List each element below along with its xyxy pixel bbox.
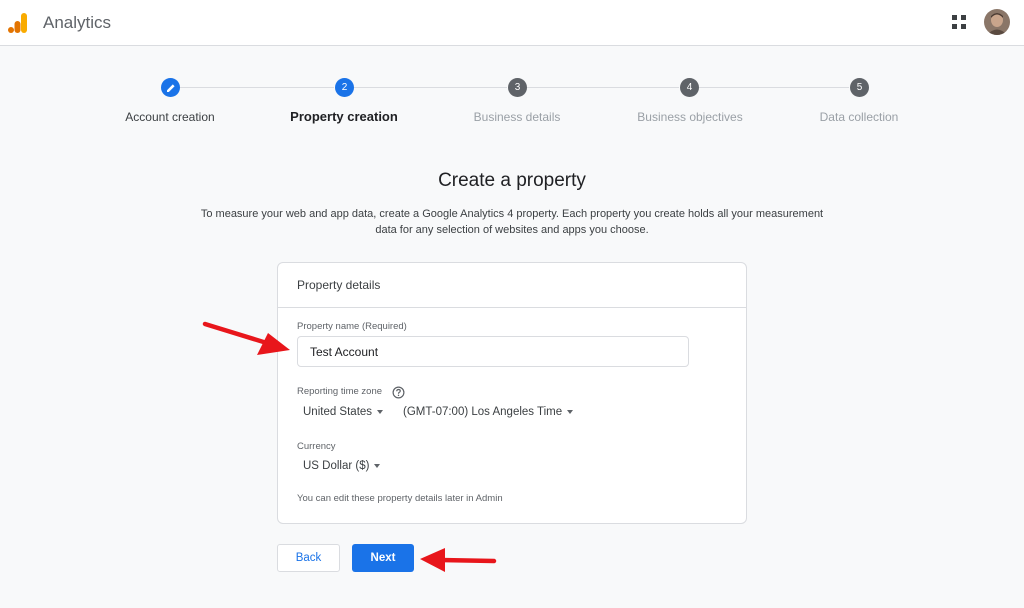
step-label-business-objectives: Business objectives <box>637 110 743 124</box>
currency-label: Currency <box>297 441 336 452</box>
user-avatar[interactable] <box>984 9 1010 35</box>
step-label-data-collection: Data collection <box>819 110 899 124</box>
property-details-card: Property details Property name (Required… <box>277 262 747 524</box>
page-description: To measure your web and app data, create… <box>200 208 824 236</box>
step-label-account-creation[interactable]: Account creation <box>125 110 214 124</box>
country-select[interactable]: United States <box>303 406 384 418</box>
edit-pencil-icon <box>166 83 175 92</box>
card-header: Property details <box>278 263 746 308</box>
stepper-connector <box>699 87 849 88</box>
next-button[interactable]: Next <box>352 544 414 572</box>
top-app-bar: Analytics <box>0 0 1024 46</box>
step-label-property-creation: Property creation <box>290 109 398 124</box>
step-2-circle: 2 <box>335 78 354 97</box>
apps-grid-icon[interactable] <box>952 15 966 29</box>
step-5-circle: 5 <box>850 78 869 97</box>
chevron-down-icon <box>374 463 381 468</box>
step-label-business-details: Business details <box>473 110 561 124</box>
step-1-circle[interactable] <box>161 78 180 97</box>
help-icon[interactable] <box>392 386 405 399</box>
property-name-input[interactable] <box>297 336 689 367</box>
admin-edit-hint: You can edit these property details late… <box>297 493 503 504</box>
card-title: Property details <box>297 278 381 292</box>
property-name-label: Property name (Required) <box>297 321 407 332</box>
step-4-circle: 4 <box>680 78 699 97</box>
step-3-circle: 3 <box>508 78 527 97</box>
chevron-down-icon <box>377 409 384 414</box>
timezone-value: (GMT-07:00) Los Angeles Time <box>403 406 563 418</box>
back-button[interactable]: Back <box>277 544 340 572</box>
red-arrow-icon <box>420 548 497 572</box>
stepper-connector <box>354 87 507 88</box>
analytics-logo-icon[interactable] <box>8 12 30 34</box>
app-title: Analytics <box>43 13 112 32</box>
stepper-connector <box>180 87 334 88</box>
timezone-label: Reporting time zone <box>297 386 383 397</box>
currency-value: US Dollar ($) <box>303 460 370 472</box>
page-title: Create a property <box>438 170 586 191</box>
country-value: United States <box>303 406 373 418</box>
stepper-connector <box>527 87 679 88</box>
timezone-select[interactable]: (GMT-07:00) Los Angeles Time <box>403 406 574 418</box>
chevron-down-icon <box>567 409 574 414</box>
currency-select[interactable]: US Dollar ($) <box>303 460 381 472</box>
